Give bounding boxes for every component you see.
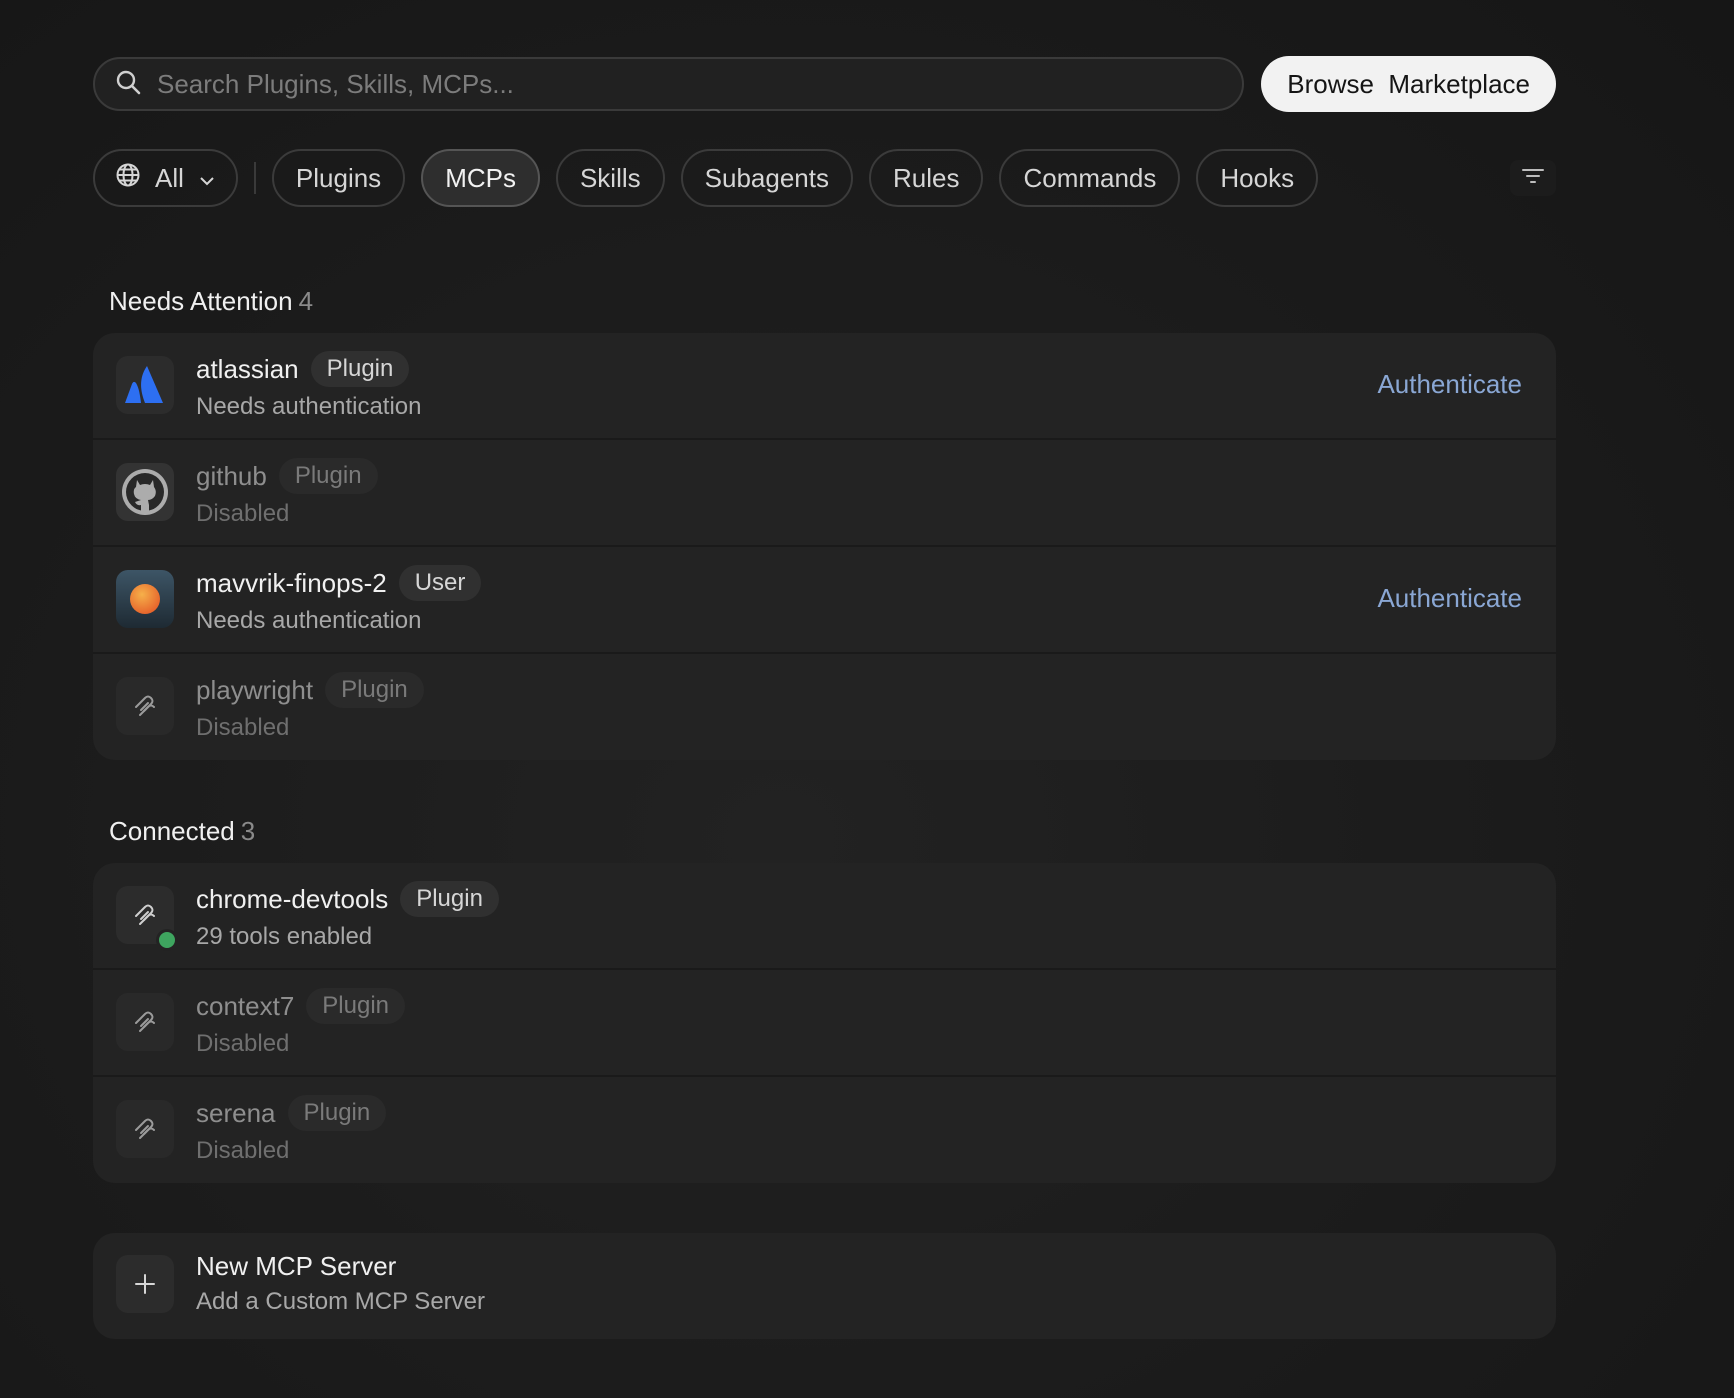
row-header: serena Plugin (196, 1093, 387, 1133)
type-badge: Plugin (278, 458, 378, 494)
tab-commands[interactable]: Commands (999, 149, 1181, 207)
section-count: 3 (240, 816, 256, 846)
row-header: context7 Plugin (196, 986, 406, 1026)
mcp-row-context7[interactable]: context7 Plugin Disabled (93, 970, 1556, 1077)
row-text: github Plugin Disabled (196, 456, 378, 528)
search-bar[interactable] (93, 57, 1245, 111)
row-header: mavvrik-finops-2 User (196, 563, 482, 603)
row-text: New MCP Server Add a Custom MCP Server (196, 1251, 485, 1316)
mcp-row-chrome-devtools[interactable]: chrome-devtools Plugin 29 tools enabled (93, 863, 1556, 970)
online-status-dot (156, 929, 178, 951)
row-header: github Plugin (196, 456, 378, 496)
atlassian-logo-icon (116, 356, 174, 414)
server-name: serena (196, 1097, 276, 1128)
tab-subagents[interactable]: Subagents (680, 149, 853, 207)
section-count: 4 (298, 286, 314, 316)
server-status: Disabled (196, 1137, 290, 1164)
server-status: Disabled (196, 714, 290, 741)
authenticate-link[interactable]: Authenticate (1377, 369, 1522, 400)
server-status: 29 tools enabled (196, 923, 373, 950)
type-badge: Plugin (325, 672, 424, 708)
filter-all-label: All (155, 162, 184, 193)
mcp-row-mavvrik-finops-2[interactable]: mavvrik-finops-2 User Needs authenticati… (93, 547, 1556, 654)
connected-list: chrome-devtools Plugin 29 tools enabled … (93, 863, 1556, 1183)
search-input[interactable] (155, 67, 1223, 101)
type-badge: Plugin (400, 881, 499, 917)
server-name: mavvrik-finops-2 (196, 567, 387, 598)
search-icon (115, 69, 141, 100)
filter-all-dropdown[interactable]: All (93, 149, 238, 207)
globe-icon (115, 162, 141, 195)
needs-attention-list: atlassian Plugin Needs authentication Au… (93, 333, 1556, 760)
row-header: chrome-devtools Plugin (196, 879, 499, 919)
filter-bar: All Plugins MCPs Skills Subagents Rules … (93, 148, 1556, 208)
new-server-title: New MCP Server (196, 1251, 397, 1281)
mcp-settings-panel: Browse Marketplace All Plugins MCPs Skil… (93, 56, 1556, 1339)
plus-icon (116, 1255, 174, 1313)
sort-filter-button[interactable] (1510, 160, 1556, 196)
server-name: playwright (196, 674, 314, 705)
server-status: Disabled (196, 1030, 290, 1057)
new-mcp-server-card[interactable]: New MCP Server Add a Custom MCP Server (93, 1233, 1556, 1339)
new-mcp-server-row[interactable]: New MCP Server Add a Custom MCP Server (93, 1233, 1556, 1339)
section-title-needs-attention: Needs Attention 4 (109, 286, 1556, 317)
tab-plugins[interactable]: Plugins (271, 149, 406, 207)
mcp-row-playwright[interactable]: playwright Plugin Disabled (93, 654, 1556, 760)
top-bar: Browse Marketplace (93, 56, 1556, 112)
row-text: atlassian Plugin Needs authentication (196, 349, 422, 421)
browse-marketplace-button[interactable]: Browse Marketplace (1261, 56, 1556, 112)
mcp-plug-icon (116, 677, 174, 735)
section-title-label: Connected (109, 816, 235, 846)
new-server-subtitle: Add a Custom MCP Server (196, 1288, 485, 1315)
mcp-row-github[interactable]: github Plugin Disabled (93, 440, 1556, 547)
row-text: serena Plugin Disabled (196, 1093, 387, 1165)
mcp-row-serena[interactable]: serena Plugin Disabled (93, 1077, 1556, 1183)
server-status: Needs authentication (196, 607, 422, 634)
row-header: playwright Plugin (196, 670, 424, 710)
mcp-row-atlassian[interactable]: atlassian Plugin Needs authentication Au… (93, 333, 1556, 440)
mavvrik-logo-icon (116, 570, 174, 628)
github-logo-icon (116, 463, 174, 521)
authenticate-link[interactable]: Authenticate (1377, 583, 1522, 614)
type-badge: Plugin (310, 351, 410, 387)
server-name: context7 (196, 990, 295, 1021)
mcp-plug-icon (116, 993, 174, 1051)
tab-skills[interactable]: Skills (555, 149, 665, 207)
server-name: github (196, 460, 267, 491)
tab-mcps[interactable]: MCPs (421, 149, 540, 207)
row-text: context7 Plugin Disabled (196, 986, 406, 1058)
row-text: mavvrik-finops-2 User Needs authenticati… (196, 563, 482, 635)
row-header: atlassian Plugin (196, 349, 422, 389)
server-status: Needs authentication (196, 393, 422, 420)
type-badge: User (398, 565, 482, 601)
chevron-down-icon (198, 163, 216, 194)
filter-lines-icon (1521, 166, 1545, 191)
type-badge: Plugin (306, 988, 406, 1024)
row-text: chrome-devtools Plugin 29 tools enabled (196, 879, 499, 951)
mcp-plug-icon (116, 1100, 174, 1158)
server-name: atlassian (196, 353, 299, 384)
server-name: chrome-devtools (196, 883, 389, 914)
tab-hooks[interactable]: Hooks (1196, 149, 1319, 207)
server-status: Disabled (196, 500, 290, 527)
filter-divider (253, 162, 256, 194)
type-badge: Plugin (287, 1095, 387, 1131)
row-text: playwright Plugin Disabled (196, 670, 424, 742)
section-title-label: Needs Attention (109, 286, 293, 316)
tab-rules[interactable]: Rules (868, 149, 984, 207)
section-title-connected: Connected 3 (109, 816, 1556, 847)
